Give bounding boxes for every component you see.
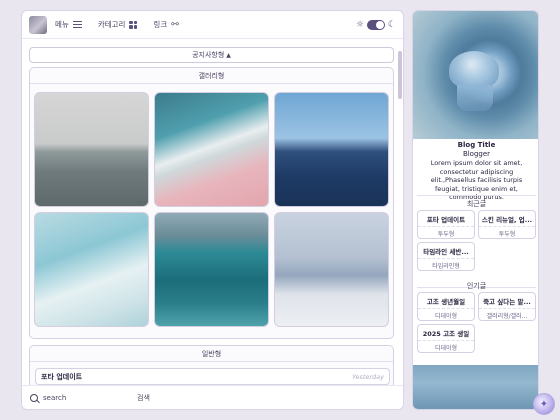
- gallery-section: 갤러리형: [29, 67, 394, 339]
- sparkle-icon: ✦: [539, 398, 549, 410]
- scrollbar[interactable]: [398, 43, 402, 389]
- recent-post-card[interactable]: 스킨 리뉴얼, 업... 투두형: [478, 210, 536, 239]
- gallery-photo[interactable]: [274, 92, 389, 207]
- popular-post-card[interactable]: 고조 생년월일 디데이형: [417, 292, 475, 321]
- post-card-title: 스킨 리뉴얼, 업...: [479, 211, 535, 227]
- post-card-title: 포타 업데이트: [418, 211, 474, 227]
- link-button[interactable]: 링크 ⚯: [153, 19, 178, 30]
- gallery-grid: [34, 92, 389, 327]
- post-card-category: 디데이형: [434, 313, 458, 320]
- menu-label: 메뉴: [55, 20, 69, 29]
- blog-author: Blogger: [462, 150, 491, 158]
- gallery-title: 갤러리형: [30, 68, 393, 84]
- popular-posts-list: 고조 생년월일 디데이형 죽고 싶다는 말... 갤러리형/갤러... 2025…: [417, 292, 536, 353]
- post-date: Yesterday: [352, 372, 384, 381]
- post-card-title: 타임라인 세반...: [418, 243, 474, 259]
- search-input[interactable]: [43, 393, 133, 402]
- dark-mode-toggle[interactable]: [366, 19, 385, 30]
- sidebar: Blog Title Blogger Lorem ipsum dolor sit…: [412, 10, 539, 410]
- search-button[interactable]: 검색: [137, 393, 150, 403]
- link-icon: ⚯: [171, 19, 179, 30]
- popular-post-card[interactable]: 죽고 싶다는 말... 갤러리형/갤러...: [478, 292, 536, 321]
- sun-icon: ☼: [355, 19, 364, 30]
- floating-action-button[interactable]: ✦: [533, 393, 555, 415]
- post-card-category: 투두형: [498, 231, 516, 238]
- category-button[interactable]: 카테고리: [98, 19, 138, 30]
- grid-icon: [129, 20, 138, 29]
- post-card-title: 2025 고조 생일: [418, 325, 474, 341]
- link-label: 링크: [153, 20, 168, 29]
- recent-post-card[interactable]: 타임라인 세반... 타임라인형: [417, 242, 475, 271]
- menu-button[interactable]: 메뉴: [55, 19, 82, 30]
- post-row[interactable]: 포타 업데이트 Yesterday: [35, 368, 390, 385]
- gallery-photo[interactable]: [274, 212, 389, 327]
- top-navigation: 메뉴 카테고리 링크 ⚯ ☼ ☾: [22, 11, 403, 39]
- popular-post-card[interactable]: 2025 고조 생일 디데이형: [417, 324, 475, 353]
- content-area: 공지사항형 ▲ 갤러리형 일반형 포타 업데이트 Yesterday: [22, 43, 403, 389]
- post-card-title: 죽고 싶다는 말...: [479, 293, 535, 309]
- category-label: 카테고리: [97, 20, 126, 29]
- gallery-photo[interactable]: [34, 92, 149, 207]
- post-card-category: 디데이형: [434, 345, 458, 352]
- theme-toggle-group: ☼ ☾: [355, 19, 396, 30]
- hamburger-icon: [72, 21, 82, 28]
- general-section: 일반형 포타 업데이트 Yesterday: [29, 345, 394, 389]
- notice-toggle-button[interactable]: 공지사항형 ▲: [29, 47, 394, 63]
- post-title: 포타 업데이트: [41, 372, 83, 381]
- search-bar: 검색: [22, 385, 403, 409]
- post-card-title: 고조 생년월일: [418, 293, 474, 309]
- post-card-category: 투두형: [437, 231, 455, 238]
- popular-posts-title: 인기글: [466, 282, 487, 290]
- gallery-photo[interactable]: [34, 212, 149, 327]
- recent-post-card[interactable]: 포타 업데이트 투두형: [417, 210, 475, 239]
- gallery-photo[interactable]: [154, 212, 269, 327]
- main-panel: 메뉴 카테고리 링크 ⚯ ☼ ☾ 공지사항형 ▲ 갤러리형 일반형 포타 업데이…: [21, 10, 404, 410]
- profile-info: Blog Title Blogger Lorem ipsum dolor sit…: [413, 141, 538, 202]
- recent-posts-list: 포타 업데이트 투두형 스킨 리뉴얼, 업... 투두형 타임라인 세반... …: [417, 210, 536, 271]
- profile-image: [413, 11, 538, 139]
- search-icon: [30, 393, 38, 402]
- sidebar-bottom-image: [413, 365, 538, 409]
- moon-icon: ☾: [387, 19, 396, 30]
- caret-up-icon: ▲: [226, 51, 231, 59]
- divider: [417, 195, 536, 196]
- recent-posts-title: 최근글: [466, 200, 487, 208]
- blog-title: Blog Title: [457, 141, 496, 149]
- gallery-photo[interactable]: [154, 92, 269, 207]
- general-title: 일반형: [30, 346, 393, 362]
- post-card-category: 갤러리형/갤러...: [486, 313, 528, 320]
- blog-avatar[interactable]: [29, 15, 47, 34]
- post-card-category: 타임라인형: [432, 263, 460, 270]
- notice-label: 공지사항형: [192, 51, 225, 59]
